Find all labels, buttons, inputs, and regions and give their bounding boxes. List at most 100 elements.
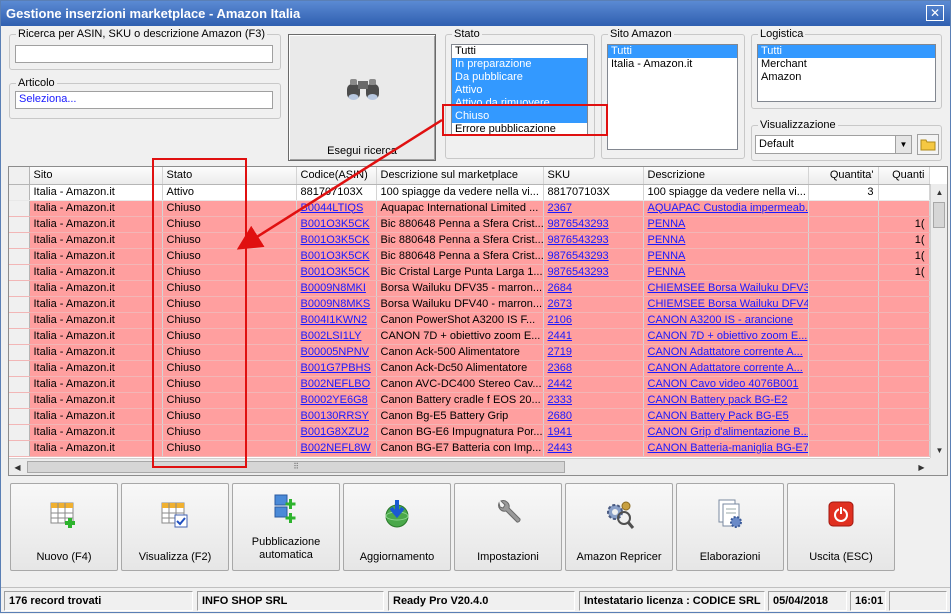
aggiornamento-button[interactable]: Aggiornamento	[343, 483, 451, 571]
sito-option[interactable]: Italia - Amazon.it	[608, 58, 737, 71]
table-row[interactable]: Italia - Amazon.it Chiuso B0044LTIQS Aquapa…	[9, 200, 930, 217]
sito-option[interactable]: Tutti	[608, 45, 737, 58]
row-header[interactable]	[9, 344, 30, 361]
table-row[interactable]: Italia - Amazon.it Chiuso B001G7PBHS Canon …	[9, 360, 930, 377]
row-header[interactable]	[9, 440, 30, 457]
listings-grid[interactable]: Sito Stato Codice(ASIN) Descrizione sul mar…	[8, 166, 948, 476]
cell-descrizione[interactable]: PENNA	[643, 216, 809, 233]
cell-sku[interactable]: 2367	[543, 200, 644, 217]
cell-descrizione[interactable]: CANON Grip d'alimentazione B...	[643, 424, 809, 441]
column-header-sku[interactable]: SKU	[543, 167, 644, 185]
chevron-down-icon[interactable]: ▼	[895, 136, 911, 153]
cell-sku[interactable]: 2441	[543, 328, 644, 345]
cell-sku[interactable]: 2680	[543, 408, 644, 425]
cell-sku[interactable]: 1941	[543, 424, 644, 441]
logistica-listbox[interactable]: Tutti Merchant Amazon	[757, 44, 936, 102]
table-row[interactable]: Italia - Amazon.it Chiuso B001O3K5CK Bic Cr…	[9, 264, 930, 281]
cell-descrizione[interactable]: PENNA	[643, 264, 809, 281]
cell-codice-asin[interactable]: B002NEFL8W	[296, 440, 377, 457]
table-row[interactable]: Italia - Amazon.it Chiuso B001G8XZU2 Canon …	[9, 424, 930, 441]
row-header[interactable]	[9, 392, 30, 409]
column-header-descrizione[interactable]: Descrizione	[643, 167, 809, 185]
row-header[interactable]	[9, 360, 30, 377]
stato-option[interactable]: Tutti	[452, 45, 587, 58]
cell-codice-asin[interactable]: B001O3K5CK	[296, 248, 377, 265]
close-icon[interactable]: ✕	[926, 5, 944, 21]
cell-descrizione[interactable]: PENNA	[643, 248, 809, 265]
vertical-scroll-thumb[interactable]	[933, 202, 945, 228]
logistica-option[interactable]: Merchant	[758, 58, 935, 71]
row-header[interactable]	[9, 280, 30, 297]
table-row[interactable]: Italia - Amazon.it Chiuso B001O3K5CK Bic 88…	[9, 232, 930, 249]
esegui-ricerca-button[interactable]: Esegui ricerca	[288, 34, 436, 161]
cell-sku[interactable]: 2673	[543, 296, 644, 313]
amazon-repricer-button[interactable]: Amazon Repricer	[565, 483, 673, 571]
sito-listbox[interactable]: Tutti Italia - Amazon.it	[607, 44, 738, 150]
cell-codice-asin[interactable]: B00005NPNV	[296, 344, 377, 361]
table-row[interactable]: Italia - Amazon.it Chiuso B0002YE6G8 Canon …	[9, 392, 930, 409]
column-header-codice[interactable]: Codice(ASIN)	[296, 167, 377, 185]
row-header[interactable]	[9, 408, 30, 425]
cell-descrizione[interactable]: CANON Adattatore corrente A...	[643, 360, 809, 377]
folder-button[interactable]	[917, 134, 939, 155]
table-row[interactable]: Italia - Amazon.it Chiuso B002LSI1LY CANON …	[9, 328, 930, 345]
table-row[interactable]: Italia - Amazon.it Chiuso B00130RRSY Canon …	[9, 408, 930, 425]
table-row[interactable]: Italia - Amazon.it Chiuso B00005NPNV Canon …	[9, 344, 930, 361]
cell-descrizione[interactable]: CANON Batteria-maniglia BG-E7	[643, 440, 809, 457]
logistica-option[interactable]: Amazon	[758, 71, 935, 84]
stato-option[interactable]: Da pubblicare	[452, 71, 587, 84]
stato-option[interactable]: Attivo	[452, 84, 587, 97]
table-row[interactable]: Italia - Amazon.it Chiuso B002NEFL8W Canon …	[9, 440, 930, 457]
cell-descrizione[interactable]: CANON Cavo video 4076B001	[643, 376, 809, 393]
uscita-button[interactable]: Uscita (ESC)	[787, 483, 895, 571]
cell-codice-asin[interactable]: B002LSI1LY	[296, 328, 377, 345]
table-row[interactable]: Italia - Amazon.it Chiuso B0009N8MKI Borsa …	[9, 280, 930, 297]
column-header-quantita[interactable]: Quantita'	[808, 167, 879, 185]
cell-descrizione[interactable]: CANON A3200 IS - arancione	[643, 312, 809, 329]
cell-codice-asin[interactable]: B0044LTIQS	[296, 200, 377, 217]
cell-descrizione[interactable]: CANON 7D + obiettivo zoom E...	[643, 328, 809, 345]
scroll-up-icon[interactable]: ▲	[932, 185, 947, 200]
horizontal-scroll-thumb[interactable]: ⠿	[27, 461, 565, 473]
cell-sku[interactable]: 2443	[543, 440, 644, 457]
vertical-scrollbar[interactable]: ▲ ▼	[930, 184, 947, 459]
stato-option[interactable]: In preparazione	[452, 58, 587, 71]
column-header-quantita-2[interactable]: Quanti	[878, 167, 930, 185]
visualizzazione-combo[interactable]: Default ▼	[755, 135, 912, 154]
row-header[interactable]	[9, 424, 30, 441]
row-header[interactable]	[9, 328, 30, 345]
row-header[interactable]	[9, 376, 30, 393]
search-input[interactable]	[15, 45, 273, 63]
cell-descrizione[interactable]: PENNA	[643, 232, 809, 249]
cell-sku[interactable]: 2684	[543, 280, 644, 297]
row-header[interactable]	[9, 312, 30, 329]
column-header-sito[interactable]: Sito	[29, 167, 163, 185]
row-header[interactable]	[9, 232, 30, 249]
cell-codice-asin[interactable]: B001O3K5CK	[296, 264, 377, 281]
pubblicazione-button[interactable]: Pubblicazione automatica	[232, 483, 340, 571]
cell-sku[interactable]: 2333	[543, 392, 644, 409]
row-header[interactable]	[9, 248, 30, 265]
scroll-left-icon[interactable]: ◀	[10, 460, 25, 475]
cell-descrizione[interactable]: CHIEMSEE Borsa Wailuku DFV4...	[643, 296, 809, 313]
scroll-down-icon[interactable]: ▼	[932, 443, 947, 458]
table-row[interactable]: Italia - Amazon.it Chiuso B0009N8MKS Borsa …	[9, 296, 930, 313]
cell-descrizione[interactable]: CANON Adattatore corrente A...	[643, 344, 809, 361]
cell-descrizione[interactable]: CANON Battery pack BG-E2	[643, 392, 809, 409]
horizontal-scrollbar[interactable]: ◀ ⠿ ▶	[9, 458, 930, 475]
cell-codice-asin[interactable]: B001O3K5CK	[296, 232, 377, 249]
cell-descrizione[interactable]: AQUAPAC Custodia impermeab...	[643, 200, 809, 217]
impostazioni-button[interactable]: Impostazioni	[454, 483, 562, 571]
scroll-right-icon[interactable]: ▶	[914, 460, 929, 475]
row-header[interactable]	[9, 296, 30, 313]
row-header[interactable]	[9, 264, 30, 281]
logistica-option[interactable]: Tutti	[758, 45, 935, 58]
column-header-descrizione-marketplace[interactable]: Descrizione sul marketplace	[376, 167, 544, 185]
row-header[interactable]	[9, 200, 30, 217]
cell-codice-asin[interactable]: B001G8XZU2	[296, 424, 377, 441]
row-header[interactable]	[9, 216, 30, 233]
cell-codice-asin[interactable]: B002NEFLBO	[296, 376, 377, 393]
cell-codice-asin[interactable]: B001O3K5CK	[296, 216, 377, 233]
cell-sku[interactable]: 2368	[543, 360, 644, 377]
table-row[interactable]: Italia - Amazon.it Chiuso B004I1KWN2 Canon …	[9, 312, 930, 329]
